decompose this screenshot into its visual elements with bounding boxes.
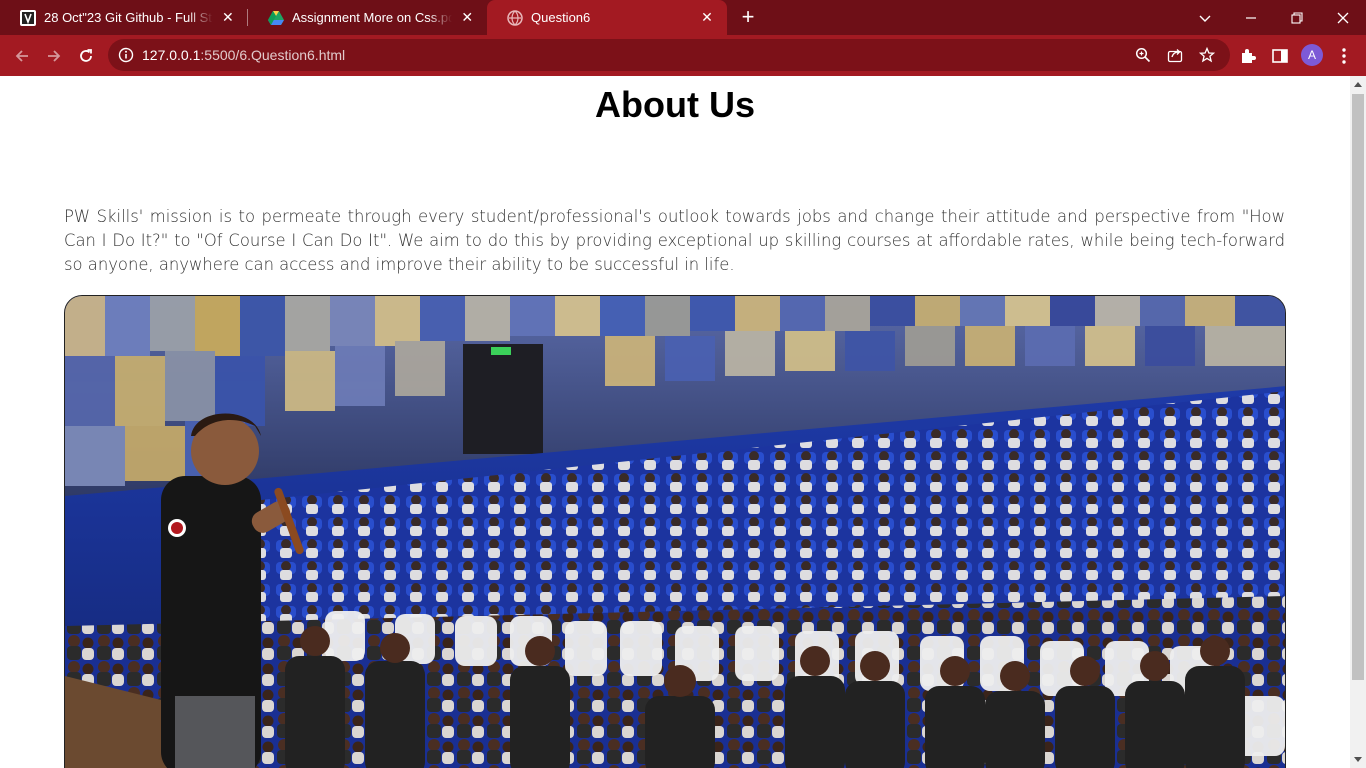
tab-strip: 28 Oct"23 Git Github - Full Stack ✕ Assi…	[0, 0, 1366, 35]
share-icon[interactable]	[1167, 47, 1183, 63]
site-info-icon[interactable]	[118, 47, 134, 63]
drive-favicon-icon	[268, 10, 284, 26]
bookmark-star-icon[interactable]	[1198, 46, 1216, 63]
tab-question6-active[interactable]: Question6 ✕	[487, 0, 727, 35]
tab-assignment-pdf[interactable]: Assignment More on Css.pdf - G ✕	[248, 0, 486, 35]
page-scrollbar[interactable]	[1350, 76, 1366, 768]
back-arrow-icon[interactable]	[9, 43, 35, 69]
scroll-up-arrow-icon[interactable]	[1354, 82, 1362, 87]
globe-favicon-icon	[507, 9, 523, 26]
page-viewport: About Us PW Skills' mission is to permea…	[0, 76, 1350, 768]
browser-toolbar: 127.0.0.1:5500/6.Question6.html A	[0, 35, 1366, 76]
tab-search-chevron-icon[interactable]	[1182, 0, 1228, 35]
zoom-icon[interactable]	[1135, 47, 1151, 63]
profile-avatar[interactable]: A	[1301, 44, 1323, 66]
scroll-down-arrow-icon[interactable]	[1354, 757, 1362, 762]
extensions-puzzle-icon[interactable]	[1239, 47, 1257, 65]
restore-icon[interactable]	[1274, 0, 1320, 35]
url-host: 127.0.0.1	[142, 47, 201, 63]
url-text: 127.0.0.1:5500/6.Question6.html	[142, 47, 345, 63]
new-tab-plus-icon[interactable]: +	[736, 5, 760, 29]
address-bar[interactable]: 127.0.0.1:5500/6.Question6.html	[108, 39, 1230, 71]
tab-title: Question6	[531, 10, 591, 25]
tab-title: Assignment More on Css.pdf - G	[292, 10, 453, 25]
close-icon[interactable]: ✕	[221, 9, 235, 26]
close-window-icon[interactable]	[1320, 0, 1366, 35]
tab-title: 28 Oct"23 Git Github - Full Stack	[44, 10, 213, 25]
close-icon[interactable]: ✕	[699, 9, 715, 26]
mission-paragraph: PW Skills' mission is to permeate throug…	[64, 207, 1285, 274]
auditorium-photo-illustration	[65, 296, 1285, 768]
tab-github[interactable]: 28 Oct"23 Git Github - Full Stack ✕	[0, 0, 247, 35]
close-icon[interactable]: ✕	[460, 9, 474, 26]
reload-icon[interactable]	[73, 43, 99, 69]
forward-arrow-icon[interactable]	[41, 43, 67, 69]
minimize-icon[interactable]	[1228, 0, 1274, 35]
github-favicon-icon	[20, 9, 36, 26]
url-path: :5500/6.Question6.html	[200, 47, 346, 63]
page-title: About Us	[595, 84, 755, 125]
auditorium-photo	[64, 295, 1286, 768]
menu-kebab-icon[interactable]	[1336, 45, 1352, 67]
scrollbar-thumb[interactable]	[1352, 94, 1364, 680]
side-panel-icon[interactable]	[1271, 47, 1289, 65]
